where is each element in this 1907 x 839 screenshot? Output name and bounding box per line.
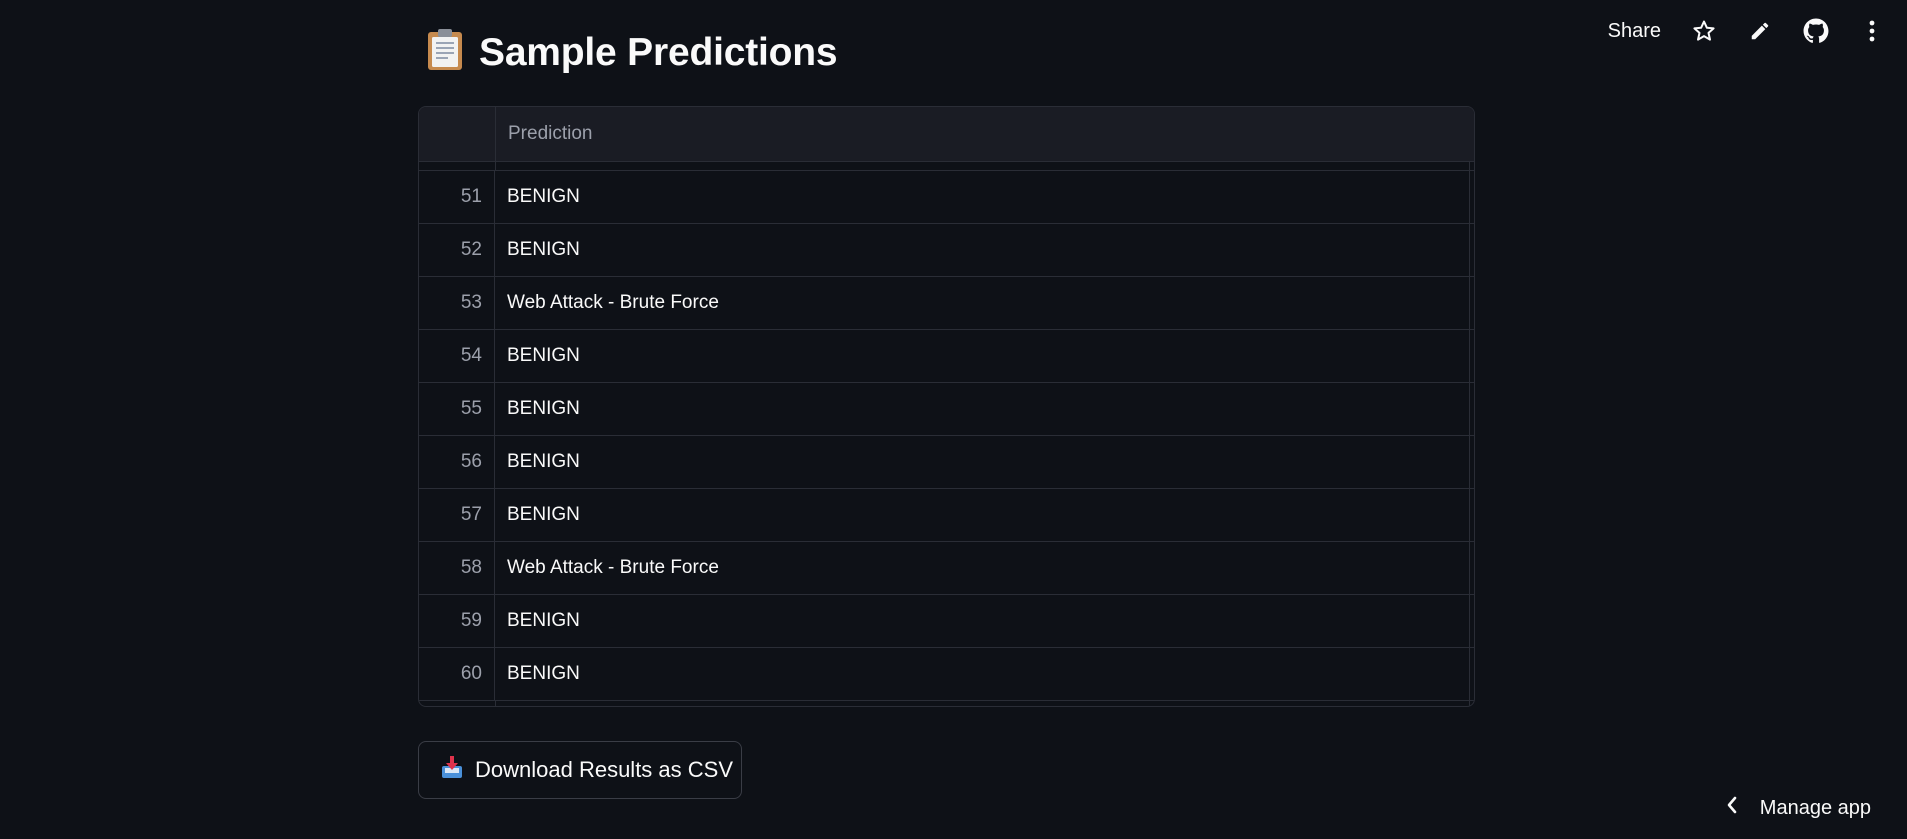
page-header: Sample Predictions bbox=[425, 28, 838, 77]
row-index: 53 bbox=[419, 277, 495, 329]
prediction-cell[interactable]: Web Attack - Brute Force bbox=[495, 542, 1474, 594]
pencil-icon[interactable] bbox=[1747, 18, 1773, 44]
prediction-cell[interactable]: BENIGN bbox=[495, 224, 1474, 276]
row-index: 55 bbox=[419, 383, 495, 435]
table-row[interactable]: 56 BENIGN bbox=[419, 436, 1474, 489]
row-index: 59 bbox=[419, 595, 495, 647]
table-header: Prediction bbox=[419, 107, 1474, 162]
github-icon[interactable] bbox=[1803, 18, 1829, 44]
table-row-partial bbox=[419, 701, 1474, 706]
prediction-cell[interactable]: BENIGN bbox=[495, 383, 1474, 435]
table-row[interactable]: 58 Web Attack - Brute Force bbox=[419, 542, 1474, 595]
table-row[interactable]: 52 BENIGN bbox=[419, 224, 1474, 277]
table-row[interactable]: 51 BENIGN bbox=[419, 171, 1474, 224]
prediction-cell[interactable]: BENIGN bbox=[495, 330, 1474, 382]
table-row[interactable]: 59 BENIGN bbox=[419, 595, 1474, 648]
row-index: 51 bbox=[419, 171, 495, 223]
manage-app-button[interactable]: Manage app bbox=[1726, 796, 1871, 820]
table-row[interactable]: 60 BENIGN bbox=[419, 648, 1474, 701]
inbox-tray-icon bbox=[441, 755, 463, 785]
row-index: 57 bbox=[419, 489, 495, 541]
download-button-label: Download Results as CSV bbox=[475, 757, 734, 782]
more-vertical-icon[interactable] bbox=[1859, 18, 1885, 44]
chevron-left-icon bbox=[1726, 796, 1738, 820]
row-index: 58 bbox=[419, 542, 495, 594]
share-button[interactable]: Share bbox=[1608, 20, 1661, 43]
table-row[interactable]: 57 BENIGN bbox=[419, 489, 1474, 542]
prediction-column-header[interactable]: Prediction bbox=[496, 107, 1474, 161]
row-index: 54 bbox=[419, 330, 495, 382]
top-toolbar: Share bbox=[1608, 18, 1885, 44]
star-icon[interactable] bbox=[1691, 18, 1717, 44]
manage-app-label: Manage app bbox=[1759, 796, 1871, 819]
table-row-partial bbox=[419, 162, 1474, 171]
row-index: 52 bbox=[419, 224, 495, 276]
prediction-cell[interactable]: BENIGN bbox=[495, 489, 1474, 541]
row-index-partial bbox=[419, 162, 496, 170]
clipboard-icon bbox=[425, 28, 465, 77]
table-row[interactable]: 54 BENIGN bbox=[419, 330, 1474, 383]
table-row[interactable]: 55 BENIGN bbox=[419, 383, 1474, 436]
predictions-table[interactable]: Prediction 51 BENIGN 52 BENIGN 53 Web At… bbox=[418, 106, 1475, 707]
prediction-cell[interactable]: BENIGN bbox=[495, 595, 1474, 647]
row-index: 60 bbox=[419, 648, 495, 700]
table-scrollbar[interactable] bbox=[1469, 161, 1470, 706]
table-row[interactable]: 53 Web Attack - Brute Force bbox=[419, 277, 1474, 330]
page-title: Sample Predictions bbox=[479, 30, 838, 74]
download-csv-button[interactable]: Download Results as CSV bbox=[418, 741, 742, 799]
prediction-cell[interactable]: Web Attack - Brute Force bbox=[495, 277, 1474, 329]
prediction-cell[interactable]: BENIGN bbox=[495, 171, 1474, 223]
prediction-cell[interactable]: BENIGN bbox=[495, 648, 1474, 700]
prediction-cell[interactable]: BENIGN bbox=[495, 436, 1474, 488]
index-column-header bbox=[419, 107, 496, 161]
row-index: 56 bbox=[419, 436, 495, 488]
row-index-partial bbox=[419, 701, 496, 706]
